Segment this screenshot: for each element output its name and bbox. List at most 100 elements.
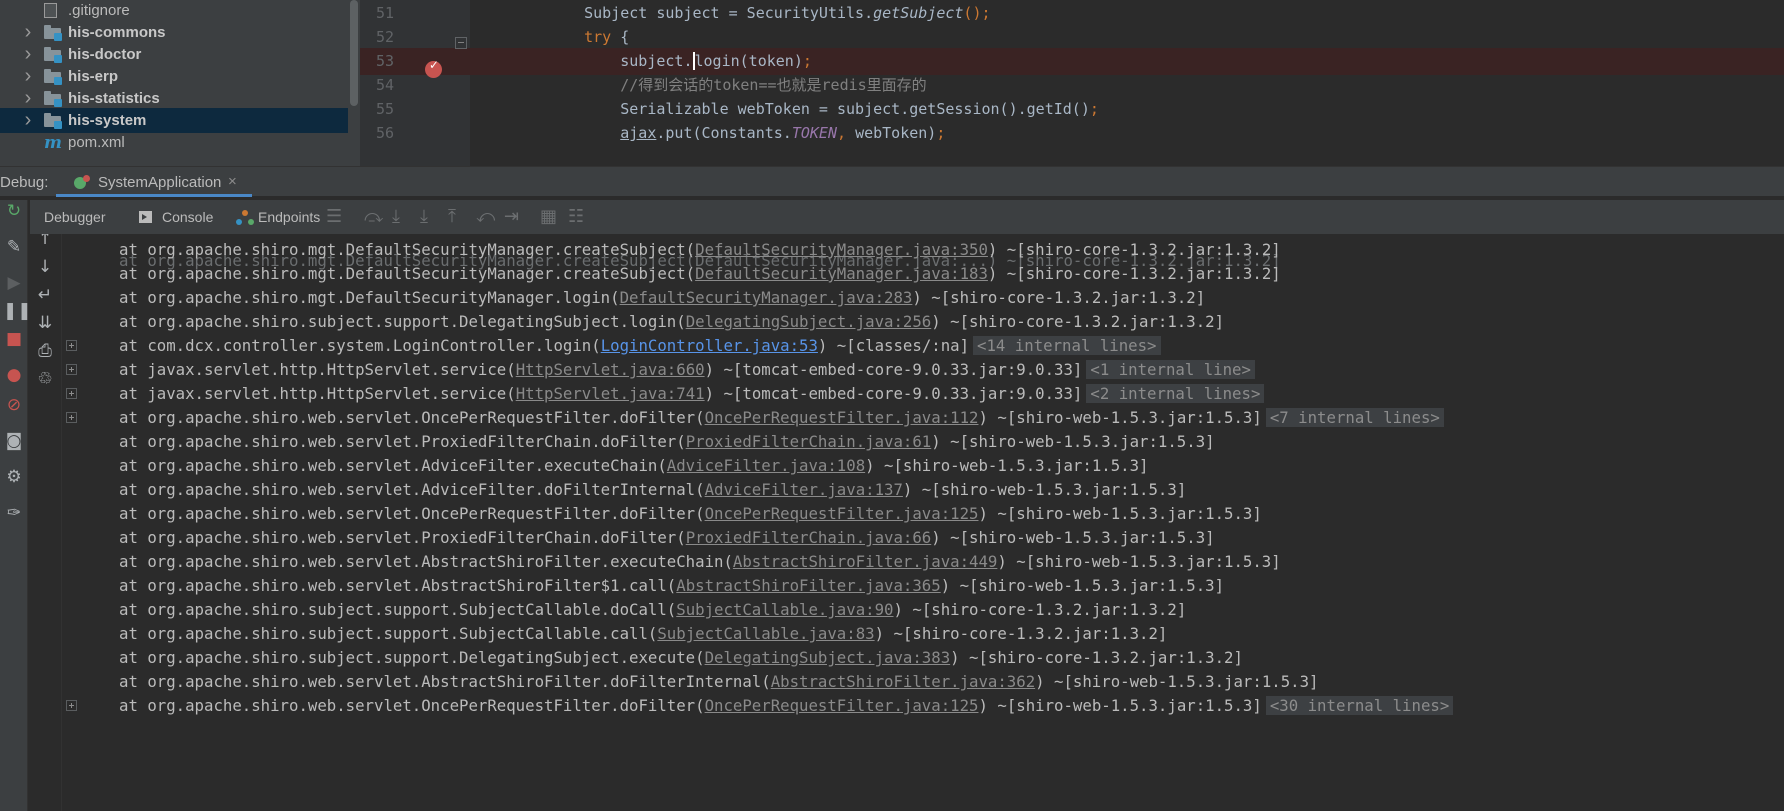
code-line: 51 Subject subject = SecurityUtils.getSu… [360, 0, 1784, 27]
tab-debugger[interactable]: Debugger [44, 209, 106, 225]
chevron-right-icon[interactable]: › [22, 21, 34, 44]
close-icon[interactable]: × [228, 173, 237, 190]
view-breakpoints-icon[interactable]: ● [3, 364, 25, 386]
source-link[interactable]: AbstractShiroFilter.java:365 [676, 576, 940, 595]
stack-line[interactable]: at org.apache.shiro.mgt.DefaultSecurityM… [28, 284, 1784, 311]
code-editor[interactable]: 51 Subject subject = SecurityUtils.getSu… [360, 0, 1784, 166]
source-link[interactable]: OncePerRequestFilter.java:125 [705, 696, 979, 715]
source-link[interactable]: AdviceFilter.java:108 [667, 456, 865, 475]
source-link[interactable]: AdviceFilter.java:137 [705, 480, 903, 499]
force-step-into-icon[interactable]: ⤓ [420, 206, 428, 227]
stack-line[interactable]: at org.apache.shiro.mgt.DefaultSecurityM… [28, 236, 1784, 263]
chevron-right-icon[interactable]: › [22, 43, 34, 66]
tree-scrollbar[interactable] [350, 0, 358, 106]
drop-frame-icon[interactable]: ⤺ [476, 206, 495, 227]
stack-line[interactable]: at org.apache.shiro.web.servlet.OncePerR… [28, 500, 1784, 527]
code-text: try { [584, 28, 630, 46]
source-link[interactable]: ProxiedFilterChain.java:61 [686, 432, 932, 451]
internal-lines-folded[interactable]: <1 internal line> [1086, 360, 1255, 379]
stack-line[interactable]: at com.dcx.controller.system.LoginContro… [28, 332, 1784, 359]
source-link[interactable]: DefaultSecurityManager.java:183 [695, 264, 988, 283]
settings-wrench-icon[interactable]: ✎ [3, 236, 25, 258]
expand-icon[interactable] [66, 700, 77, 711]
internal-lines-folded[interactable]: <30 internal lines> [1265, 696, 1454, 715]
internal-lines-folded[interactable]: <14 internal lines> [973, 336, 1161, 355]
step-into-icon[interactable]: ⤓ [392, 206, 400, 227]
stack-line[interactable]: at org.apache.shiro.web.servlet.AdviceFi… [28, 452, 1784, 479]
stack-line-text: at org.apache.shiro.web.servlet.ProxiedF… [119, 432, 1215, 451]
tree-item-label: his-erp [68, 68, 119, 85]
stack-line[interactable]: at javax.servlet.http.HttpServlet.servic… [28, 356, 1784, 383]
stack-line[interactable]: at org.apache.shiro.mgt.DefaultSecurityM… [28, 260, 1784, 287]
stack-line[interactable]: at org.apache.shiro.web.servlet.AdviceFi… [28, 476, 1784, 503]
resume-icon[interactable]: ▶ [3, 272, 25, 294]
chevron-right-icon[interactable]: › [22, 87, 34, 110]
source-link[interactable]: DelegatingSubject.java:256 [686, 312, 932, 331]
run-to-cursor-icon[interactable]: ⇥ [504, 206, 519, 227]
stack-line[interactable]: at org.apache.shiro.subject.support.Subj… [28, 620, 1784, 647]
source-link[interactable]: DefaultSecurityManager.java:283 [620, 288, 913, 307]
internal-lines-folded[interactable]: <7 internal lines> [1265, 408, 1444, 427]
stack-line[interactable]: at org.apache.shiro.web.servlet.OncePerR… [28, 404, 1784, 431]
step-over-icon[interactable]: ⤼ [364, 206, 383, 227]
rerun-icon[interactable]: ↻ [3, 200, 25, 222]
source-link[interactable]: OncePerRequestFilter.java:112 [705, 408, 979, 427]
stack-line[interactable]: at org.apache.shiro.web.servlet.Abstract… [28, 572, 1784, 599]
stack-line[interactable]: at org.apache.shiro.web.servlet.ProxiedF… [28, 524, 1784, 551]
chevron-right-icon[interactable]: › [22, 109, 34, 132]
pin-icon[interactable]: ✑ [3, 502, 25, 524]
tab-system-application[interactable]: SystemApplication × [56, 167, 252, 197]
source-link[interactable]: AbstractShiroFilter.java:362 [771, 672, 1035, 691]
source-link[interactable]: OncePerRequestFilter.java:125 [705, 504, 979, 523]
source-link[interactable]: SubjectCallable.java:83 [657, 624, 874, 643]
tab-endpoints[interactable]: Endpoints [258, 209, 320, 225]
tree-item-pom-xml[interactable]: m pom.xml [0, 130, 348, 155]
code-line: 54 //得到会话的token==也就是redis里面存的 [360, 72, 1784, 99]
code-text: Serializable webToken = subject.getSessi… [620, 100, 1099, 118]
expand-icon[interactable] [66, 340, 77, 351]
breakpoint-icon[interactable] [425, 58, 442, 78]
stop-icon[interactable]: ■ [3, 328, 25, 350]
source-link[interactable]: LoginController.java:53 [601, 336, 818, 355]
pause-icon[interactable]: ❚❚ [3, 300, 32, 322]
stack-line-text: at com.dcx.controller.system.LoginContro… [119, 332, 1161, 359]
line-number: 53 [375, 52, 394, 70]
module-folder-icon [44, 47, 62, 63]
source-link[interactable]: HttpServlet.java:741 [516, 384, 705, 403]
mute-breakpoints-icon[interactable]: ⊘ [3, 394, 25, 416]
source-link[interactable]: AbstractShiroFilter.java:449 [733, 552, 997, 571]
stack-line[interactable]: at javax.servlet.http.HttpServlet.servic… [28, 380, 1784, 407]
gear-icon[interactable]: ⚙ [3, 466, 25, 488]
debug-left-toolbar: ↻ ✎ ▶ ❚❚ ■ ● ⊘ ◙ ⚙ ✑ [0, 200, 32, 811]
stack-line[interactable]: at org.apache.shiro.subject.support.Dele… [28, 644, 1784, 671]
evaluate-expression-icon[interactable]: ▦ [540, 206, 557, 227]
expand-icon[interactable] [66, 412, 77, 423]
source-link[interactable]: DelegatingSubject.java:383 [705, 648, 951, 667]
stack-line[interactable]: at org.apache.shiro.web.servlet.Abstract… [28, 668, 1784, 695]
camera-icon[interactable]: ◙ [3, 430, 25, 452]
source-link[interactable]: HttpServlet.java:660 [516, 360, 705, 379]
line-number: 52 [375, 28, 394, 46]
source-link[interactable]: ProxiedFilterChain.java:66 [686, 528, 932, 547]
stack-line[interactable]: at org.apache.shiro.subject.support.Subj… [28, 596, 1784, 623]
chevron-right-icon[interactable]: › [22, 65, 34, 88]
line-number: 56 [375, 124, 394, 142]
source-link[interactable]: SubjectCallable.java:90 [676, 600, 893, 619]
expand-icon[interactable] [66, 388, 77, 399]
menu-icon[interactable]: ☰ [326, 206, 342, 227]
console-output[interactable]: ↑ ↓ ↵ ⇊ ⎙ ♲ at org.apache.shiro.mgt.Defa… [28, 234, 1784, 811]
stack-line[interactable]: at org.apache.shiro.subject.support.Dele… [28, 308, 1784, 335]
step-out-icon[interactable]: ⤒ [448, 206, 456, 227]
trace-icon[interactable]: ☷ [568, 206, 584, 227]
source-link[interactable]: DefaultSecurityManager.java:350 [695, 240, 988, 259]
stack-line[interactable]: at org.apache.shiro.web.servlet.Abstract… [28, 548, 1784, 575]
expand-icon[interactable] [66, 364, 77, 375]
line-number: 55 [375, 100, 394, 118]
debug-title: Debug: [0, 174, 49, 191]
stack-line-text: at org.apache.shiro.mgt.DefaultSecurityM… [119, 240, 1281, 259]
stack-line[interactable]: at org.apache.shiro.web.servlet.ProxiedF… [28, 428, 1784, 455]
fold-icon[interactable] [455, 37, 467, 49]
tab-console[interactable]: Console [162, 209, 213, 225]
stack-line[interactable]: at org.apache.shiro.web.servlet.OncePerR… [28, 692, 1784, 719]
internal-lines-folded[interactable]: <2 internal lines> [1086, 384, 1265, 403]
